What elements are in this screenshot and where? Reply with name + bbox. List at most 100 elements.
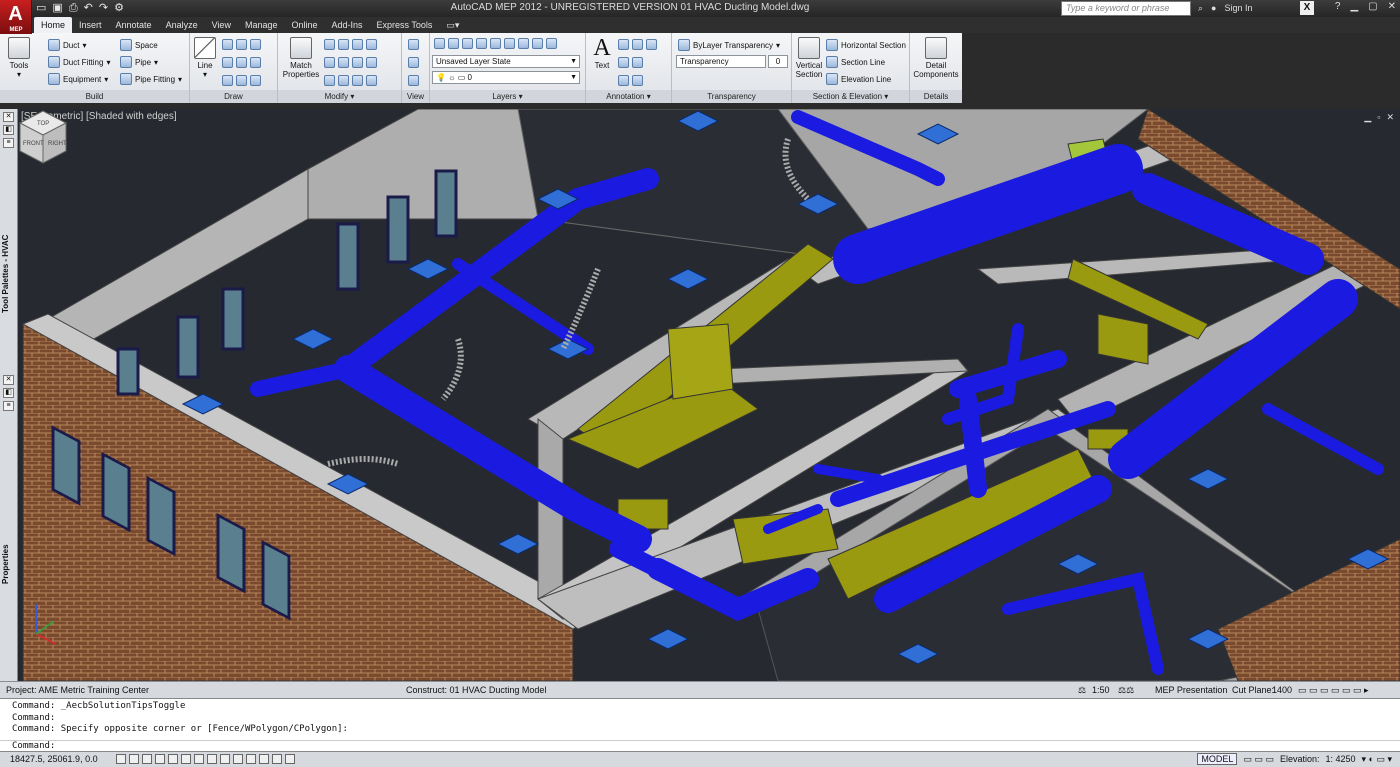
palette-menu-icon-2[interactable]: ≡: [3, 401, 14, 411]
table-icon[interactable]: [250, 75, 261, 86]
ribbon-options-icon[interactable]: ▭▾: [439, 17, 466, 33]
tab-insert[interactable]: Insert: [72, 17, 109, 33]
layout-icons[interactable]: ▭ ▭ ▭: [1243, 754, 1274, 765]
panel-draw-title[interactable]: Draw: [190, 90, 277, 103]
undo-icon[interactable]: ↶: [84, 1, 93, 15]
text-button[interactable]: A Text: [590, 35, 614, 70]
cut-plane-value[interactable]: 1400: [1272, 685, 1292, 695]
tab-express-tools[interactable]: Express Tools: [370, 17, 440, 33]
tab-add-ins[interactable]: Add-Ins: [325, 17, 370, 33]
trim-icon[interactable]: [352, 39, 363, 50]
workspace-icon[interactable]: ⚙: [114, 1, 124, 15]
duct-fitting-button[interactable]: Duct Fitting ▾: [48, 56, 110, 68]
dimension-icon[interactable]: [618, 39, 629, 50]
transparency-field[interactable]: Transparency: [676, 55, 766, 68]
erase-icon[interactable]: [366, 39, 377, 50]
save-icon[interactable]: ▣: [52, 1, 62, 15]
tab-view[interactable]: View: [205, 17, 238, 33]
quick-properties-icon[interactable]: [272, 754, 282, 764]
layer-match-icon[interactable]: [504, 38, 515, 49]
viewport-maximize-icon[interactable]: ▫: [1377, 112, 1380, 123]
command-input[interactable]: Command:: [0, 739, 1400, 752]
panel-view-title[interactable]: View: [402, 90, 429, 103]
mirror-icon[interactable]: [338, 57, 349, 68]
layer-walk-icon[interactable]: [532, 38, 543, 49]
viewport-icon[interactable]: [408, 39, 419, 50]
palette-close-icon[interactable]: ✕: [3, 112, 14, 122]
selection-cycling-icon[interactable]: [285, 754, 295, 764]
panel-build-title[interactable]: Build: [0, 90, 189, 103]
arc-icon[interactable]: [250, 39, 261, 50]
model-space-button[interactable]: MODEL: [1197, 753, 1238, 765]
layer-merge-icon[interactable]: [546, 38, 557, 49]
tray-icons[interactable]: ▾ ◐ ▭ ▾: [1362, 754, 1392, 765]
print-icon[interactable]: ⎙: [69, 1, 78, 15]
duct-button[interactable]: Duct ▾: [48, 39, 86, 51]
dynamic-input-icon[interactable]: [233, 754, 243, 764]
object-snap-icon[interactable]: [181, 754, 191, 764]
help-icon[interactable]: ?: [1335, 1, 1341, 12]
user-icon[interactable]: ●: [1211, 1, 1216, 15]
layer-off-icon[interactable]: [462, 38, 473, 49]
pipe-button[interactable]: Pipe ▾: [120, 56, 158, 68]
pipe-fitting-button[interactable]: Pipe Fitting ▾: [120, 73, 182, 85]
viewport-close-icon[interactable]: ✕: [1386, 112, 1394, 123]
transparency-value-field[interactable]: 0: [768, 55, 788, 68]
detail-components-button[interactable]: Detail Components: [912, 37, 960, 79]
mark-icon[interactable]: [632, 57, 643, 68]
dynamic-ucs-icon[interactable]: [220, 754, 230, 764]
tools-button[interactable]: Tools ▾: [6, 37, 32, 79]
layer-freeze-icon[interactable]: [476, 38, 487, 49]
search-input[interactable]: Type a keyword or phrase: [1061, 1, 1191, 16]
viewcube[interactable]: TOP FRONT RIGHT: [18, 109, 68, 167]
properties-tab[interactable]: Properties: [1, 529, 17, 599]
annotation-scale-icon[interactable]: ⚖: [1078, 685, 1086, 696]
section-line-button[interactable]: Section Line: [826, 56, 885, 68]
search-icon[interactable]: ⌕: [1198, 1, 1203, 15]
space-button[interactable]: Space: [120, 39, 158, 51]
minimize-icon[interactable]: ▁: [1350, 1, 1358, 12]
explode-icon[interactable]: [366, 57, 377, 68]
polar-tracking-icon[interactable]: [168, 754, 178, 764]
cloud-icon[interactable]: [646, 39, 657, 50]
match-properties-button[interactable]: Match Properties: [282, 37, 320, 79]
close-icon[interactable]: ✕: [1388, 1, 1396, 12]
annotation-visibility-icon[interactable]: ⚖⚖: [1118, 685, 1134, 696]
layer-lock-icon[interactable]: [490, 38, 501, 49]
redo-icon[interactable]: ↷: [99, 1, 108, 15]
hatch-icon[interactable]: [250, 57, 261, 68]
rectangle-icon[interactable]: [222, 57, 233, 68]
horizontal-section-button[interactable]: Horizontal Section: [826, 39, 906, 51]
scale-icon[interactable]: [338, 75, 349, 86]
application-menu-button[interactable]: A MEP: [0, 0, 32, 34]
palette-autohide-icon[interactable]: ◧: [3, 125, 14, 135]
rotate-icon[interactable]: [338, 39, 349, 50]
tab-home[interactable]: Home: [34, 17, 73, 33]
panel-details-title[interactable]: Details: [910, 90, 962, 103]
palette-close-icon-2[interactable]: ✕: [3, 375, 14, 385]
circle-icon[interactable]: [236, 39, 247, 50]
vertical-section-button[interactable]: Vertical Section: [794, 37, 824, 79]
display-configuration[interactable]: MEP Presentation: [1155, 685, 1227, 695]
polyline-icon[interactable]: [222, 39, 233, 50]
views-icon[interactable]: [408, 75, 419, 86]
palette-autohide-icon-2[interactable]: ◧: [3, 388, 14, 398]
fillet-icon[interactable]: [352, 57, 363, 68]
snap-mode-icon[interactable]: [129, 754, 139, 764]
visual-style-icon[interactable]: [408, 57, 419, 68]
panel-transparency-title[interactable]: Transparency: [672, 90, 791, 103]
grid-display-icon[interactable]: [142, 754, 152, 764]
3d-object-snap-icon[interactable]: [194, 754, 204, 764]
move-icon[interactable]: [324, 39, 335, 50]
infer-constraints-icon[interactable]: [116, 754, 126, 764]
stretch-icon[interactable]: [324, 75, 335, 86]
table-grid-icon[interactable]: [632, 75, 643, 86]
object-snap-tracking-icon[interactable]: [207, 754, 217, 764]
tab-manage[interactable]: Manage: [238, 17, 285, 33]
copy-icon[interactable]: [324, 57, 335, 68]
elevation-line-button[interactable]: Elevation Line: [826, 73, 891, 85]
panel-section-elevation-title[interactable]: Section & Elevation ▾: [792, 90, 909, 103]
array-icon[interactable]: [352, 75, 363, 86]
construct-label[interactable]: Construct: 01 HVAC Ducting Model: [406, 685, 546, 695]
annotation-scale[interactable]: 1:50: [1092, 685, 1110, 695]
